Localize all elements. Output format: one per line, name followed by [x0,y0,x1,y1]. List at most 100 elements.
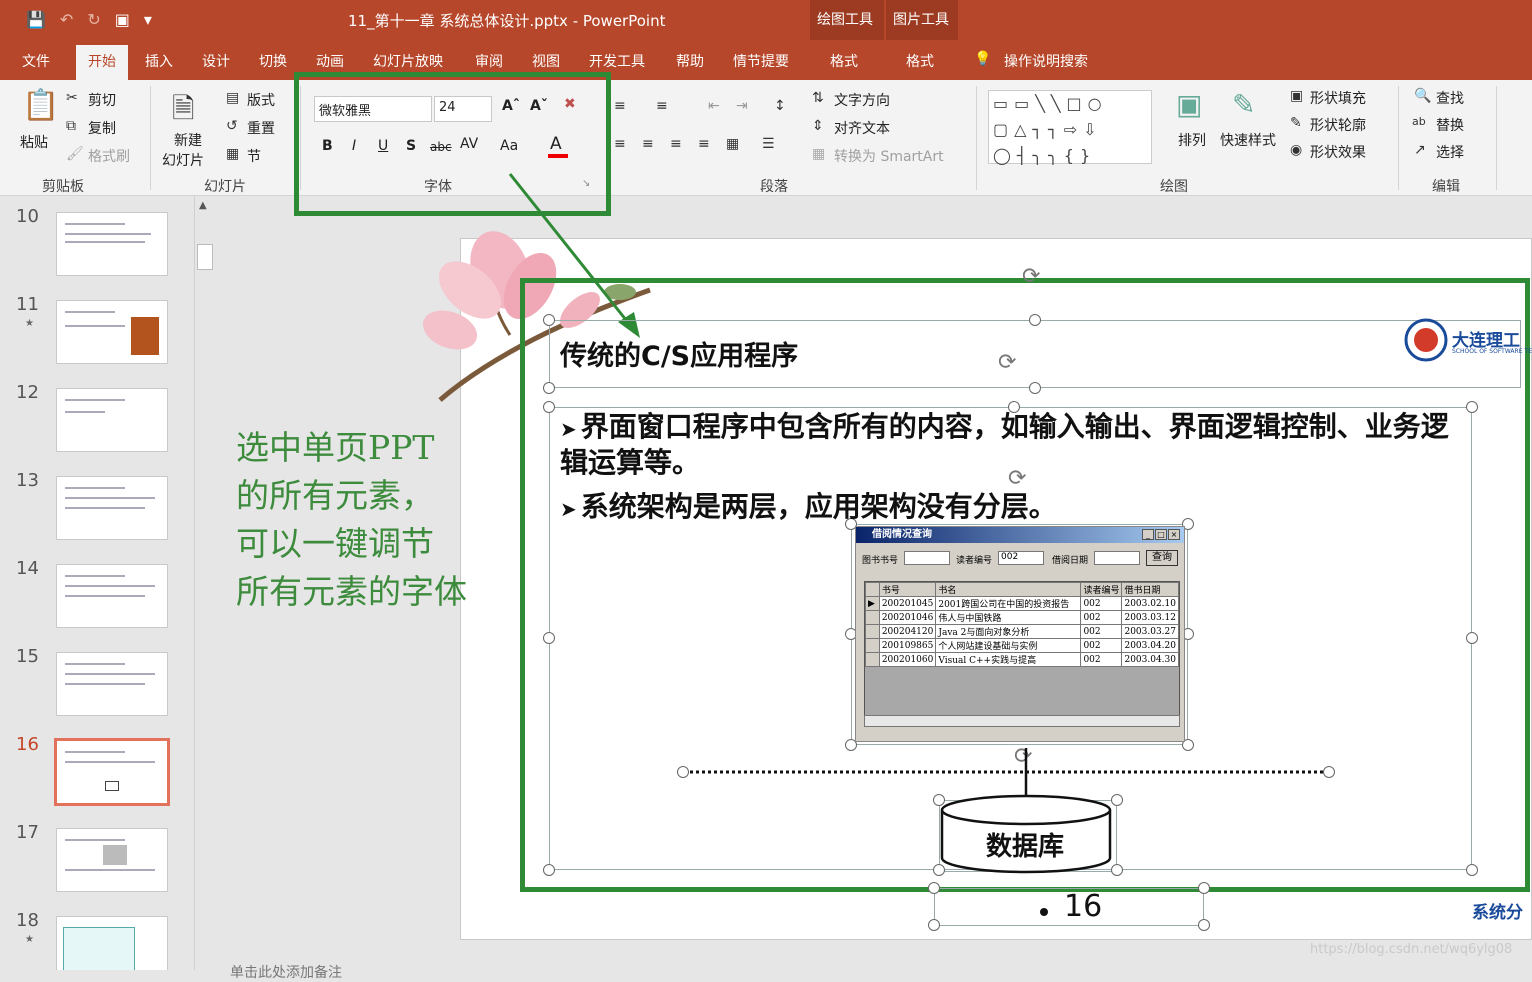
quick-styles-icon[interactable]: ✎ [1232,88,1255,121]
bullets-icon[interactable]: ≡ [614,98,626,114]
new-slide-button[interactable]: 新建 [174,130,202,150]
arrange-icon[interactable]: ▣ [1176,88,1202,121]
tab-slideshow[interactable]: 幻灯片放映 [373,51,443,71]
paste-button[interactable]: 粘贴 [20,132,48,152]
convert-smartart-button[interactable]: 转换为 SmartArt [834,146,944,166]
select-button[interactable]: 选择 [1436,142,1464,162]
text-direction-button[interactable]: 文字方向 [834,90,890,110]
thumb-number: 11 [16,294,39,315]
resize-handle[interactable] [928,882,940,894]
slide-thumbnail-18[interactable] [56,916,168,970]
tab-design[interactable]: 设计 [202,51,230,71]
cut-button[interactable]: 剪切 [88,90,116,110]
resize-handle[interactable] [1466,632,1478,644]
field-label: 借阅日期 [1052,556,1089,566]
undo-icon[interactable]: ↶ [60,10,73,29]
tab-review[interactable]: 审阅 [475,51,503,71]
numbering-icon[interactable]: ≡ [656,98,668,114]
save-icon[interactable]: 💾 [26,10,46,29]
column-header: 读者编号 [1080,582,1123,597]
slide-thumbnail-11[interactable] [56,300,168,364]
tab-insert[interactable]: 插入 [145,51,173,71]
shapes-gallery[interactable]: ▭▭╲╲□○ ▢△┐┐⇨⇩ ◯┤╮╮{} [988,90,1152,165]
tab-drawing-format[interactable]: 格式 [830,51,858,71]
group-separator [1398,86,1399,190]
tab-home[interactable]: 开始 [76,45,128,81]
resize-handle[interactable] [928,919,940,931]
table-cell: 200109865 [878,638,937,653]
rotate-handle-icon[interactable]: ⟳ [998,350,1016,375]
resize-handle[interactable] [543,382,555,394]
decrease-indent-icon[interactable]: ⇤ [708,98,720,114]
scrollbar-thumb[interactable] [197,244,213,270]
slide-thumbnail-17[interactable] [56,828,168,892]
align-right-icon[interactable]: ≡ [670,136,682,152]
lightbulb-icon: 💡 [974,51,992,67]
slide-thumbnail-12[interactable] [56,388,168,452]
editing-group-label: 编辑 [1432,179,1460,195]
notes-pane[interactable]: 单击此处添加备注 [230,962,342,982]
tab-view[interactable]: 视图 [532,51,560,71]
increase-indent-icon[interactable]: ⇥ [736,98,748,114]
page-number: 16 [1064,889,1103,924]
resize-handle[interactable] [1198,919,1210,931]
resize-handle[interactable] [543,632,555,644]
table-cell: 200201060 [878,652,937,667]
tab-developer[interactable]: 开发工具 [589,51,645,71]
resize-handle[interactable] [1029,382,1041,394]
find-button[interactable]: 查找 [1436,88,1464,108]
tab-file[interactable]: 文件 [22,51,50,71]
shape-outline-button[interactable]: 形状轮廓 [1310,115,1366,135]
slide-thumbnail-16[interactable] [54,738,170,806]
paste-icon[interactable]: 📋 [22,88,59,123]
columns-icon[interactable]: ☰ [762,136,775,152]
shape-fill-button[interactable]: 形状填充 [1310,88,1366,108]
slide-thumbnail-14[interactable] [56,564,168,628]
resize-handle[interactable] [543,314,555,326]
slide-thumbnail-15[interactable] [56,652,168,716]
new-slide-icon[interactable]: 🗎 [172,88,195,136]
tab-storyboarding[interactable]: 情节提要 [733,51,789,71]
thumbnails-scrollbar[interactable]: ▲ [194,196,214,970]
slide-thumbnail-13[interactable] [56,476,168,540]
maximize-icon: □ [1155,529,1167,540]
tab-animations[interactable]: 动画 [316,51,344,71]
resize-handle[interactable] [1466,864,1478,876]
align-text-button[interactable]: 对齐文本 [834,118,890,138]
rotate-handle-icon[interactable]: ⟳ [1022,264,1040,289]
new-slide-button-line2[interactable]: 幻灯片 [162,150,204,170]
resize-handle[interactable] [1466,401,1478,413]
minimize-icon: _ [1142,529,1154,540]
resize-handle[interactable] [1029,314,1041,326]
reset-button[interactable]: 重置 [247,118,275,138]
replace-button[interactable]: 替换 [1436,115,1464,135]
clipboard-group-label: 剪贴板 [42,179,84,195]
scroll-up-icon[interactable]: ▲ [199,200,207,211]
copy-button[interactable]: 复制 [88,118,116,138]
app-window-title: 借阅情况查询 [856,527,1184,543]
shape-effects-button[interactable]: 形状效果 [1310,142,1366,162]
quick-styles-button[interactable]: 快速样式 [1220,130,1276,150]
page-number-bullet [1040,908,1048,916]
redo-icon[interactable]: ↻ [87,10,100,29]
layout-button[interactable]: 版式 [247,90,275,110]
customize-qat-icon[interactable]: ▾ [144,10,152,29]
resize-handle[interactable] [543,864,555,876]
arrange-button[interactable]: 排列 [1178,130,1206,150]
tab-picture-format[interactable]: 格式 [906,51,934,71]
thumb-number: 10 [16,206,39,227]
justify-icon[interactable]: ≡ [698,136,710,152]
section-button[interactable]: 节 [247,146,261,166]
distributed-icon[interactable]: ▦ [726,136,739,152]
tab-transitions[interactable]: 切换 [259,51,287,71]
align-center-icon[interactable]: ≡ [642,136,654,152]
resize-handle[interactable] [1198,882,1210,894]
tab-help[interactable]: 帮助 [676,51,704,71]
align-left-icon[interactable]: ≡ [614,136,626,152]
present-icon[interactable]: ▣ [115,10,130,29]
format-painter-button[interactable]: 格式刷 [88,146,130,166]
tell-me-search[interactable]: 操作说明搜索 [1004,51,1088,71]
line-spacing-icon[interactable]: ↕ [774,98,786,114]
slide-thumbnail-10[interactable] [56,212,168,276]
resize-handle[interactable] [543,401,555,413]
